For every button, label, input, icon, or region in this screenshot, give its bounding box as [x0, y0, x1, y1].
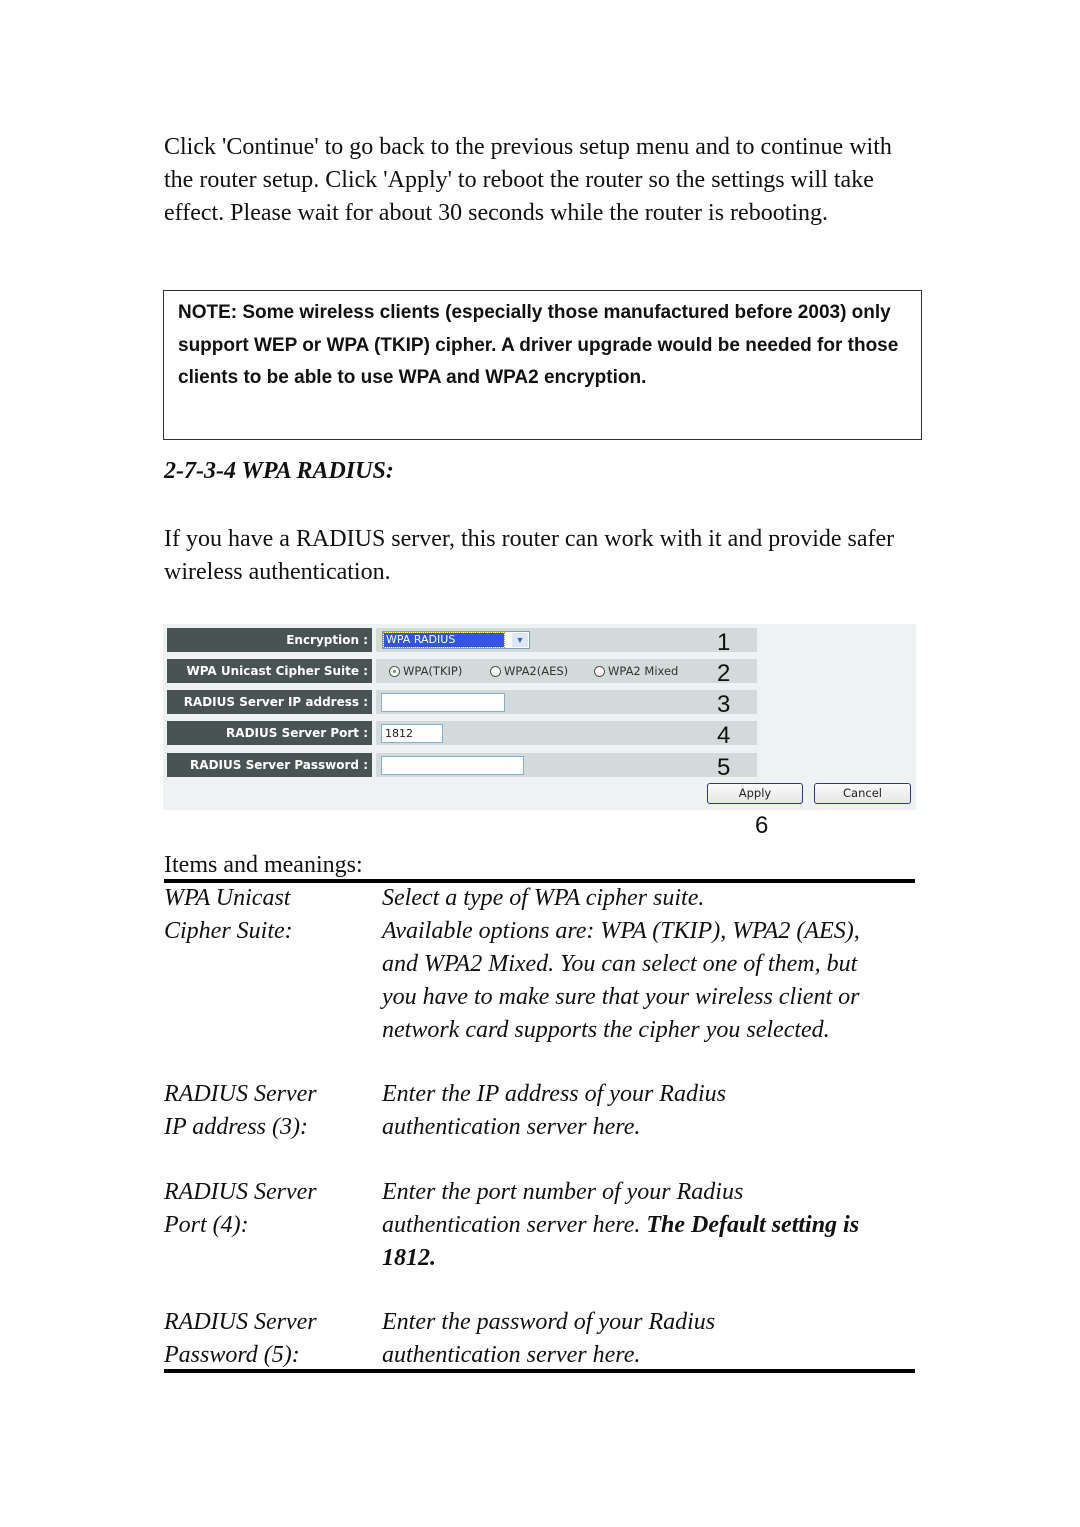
server-port-row: RADIUS Server Port : 1812 4 [167, 721, 757, 749]
cipher-suite-label: WPA Unicast Cipher Suite : [167, 659, 372, 683]
server-password-row: RADIUS Server Password : 5 [167, 753, 757, 781]
default-setting-note: The Default setting is [646, 1212, 860, 1238]
note-box: NOTE: Some wireless clients (especially … [163, 290, 922, 440]
server-password-input[interactable] [381, 756, 524, 775]
server-port-input[interactable]: 1812 [381, 724, 443, 743]
callout-number: 4 [717, 722, 731, 749]
server-password-label: RADIUS Server Password : [167, 753, 372, 777]
radio-selected-icon [389, 666, 400, 677]
radio-wpa2-mixed[interactable]: WPA2 Mixed [594, 664, 678, 678]
callout-number: 1 [717, 629, 731, 656]
item-term: RADIUS Server IP address (3): [164, 1081, 317, 1140]
router-settings-screenshot: Encryption : WPA RADIUS ▼ 1 WPA Unicast … [163, 624, 916, 810]
item-definition: Enter the password of your Radius authen… [382, 1309, 716, 1368]
radio-wpa-tkip[interactable]: WPA(TKIP) [389, 664, 462, 678]
radio-wpa2-aes[interactable]: WPA2(AES) [490, 664, 568, 678]
cancel-button[interactable]: Cancel [814, 783, 911, 804]
server-port-label: RADIUS Server Port : [167, 721, 372, 745]
section-paragraph: If you have a RADIUS server, this router… [164, 526, 895, 585]
default-port-value: 1812. [382, 1245, 436, 1271]
table-bottom-rule [164, 1369, 915, 1373]
item-definition: Enter the IP address of your Radius auth… [382, 1081, 726, 1140]
item-definition: Select a type of WPA cipher suite. Avail… [382, 885, 860, 1043]
callout-number: 5 [717, 754, 731, 781]
chevron-down-icon[interactable]: ▼ [512, 633, 528, 647]
radio-unselected-icon [490, 666, 501, 677]
server-ip-label: RADIUS Server IP address : [167, 690, 372, 714]
server-ip-input[interactable] [381, 693, 505, 712]
items-heading: Items and meanings: [164, 852, 363, 878]
cipher-suite-row: WPA Unicast Cipher Suite : WPA(TKIP) WPA… [167, 659, 757, 687]
radio-unselected-icon [594, 666, 605, 677]
server-ip-row: RADIUS Server IP address : 3 [167, 690, 757, 718]
item-definition: Enter the port number of your Radius aut… [382, 1179, 860, 1271]
item-term: RADIUS Server Password (5): [164, 1309, 317, 1368]
encryption-selected-value: WPA RADIUS [383, 632, 505, 648]
section-title: 2-7-3-4 WPA RADIUS: [164, 458, 394, 484]
item-term: RADIUS Server Port (4): [164, 1179, 317, 1238]
callout-number: 2 [717, 660, 731, 687]
callout-number: 3 [717, 691, 731, 718]
item-term: WPA Unicast Cipher Suite: [164, 885, 293, 944]
encryption-label: Encryption : [167, 628, 372, 652]
encryption-row: Encryption : WPA RADIUS ▼ 1 [167, 628, 757, 656]
encryption-select[interactable]: WPA RADIUS ▼ [382, 631, 530, 649]
apply-button[interactable]: Apply [707, 783, 803, 804]
callout-number: 6 [755, 812, 769, 839]
intro-paragraph: Click 'Continue' to go back to the previ… [164, 134, 892, 226]
